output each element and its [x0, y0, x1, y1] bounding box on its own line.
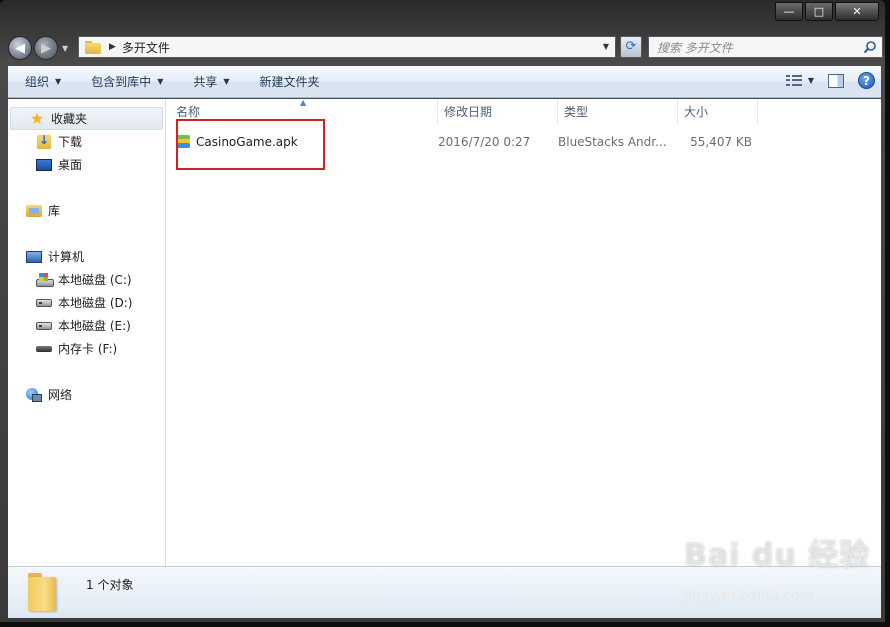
column-header-label: 类型 [564, 105, 589, 119]
folder-icon [26, 573, 66, 613]
forward-button[interactable]: ▶ [34, 36, 58, 60]
include-in-library-menu[interactable]: 包含到库中 ▼ [91, 73, 163, 90]
sidebar-item-libraries[interactable]: 库 [8, 199, 165, 222]
search-placeholder: 搜索 多开文件 [657, 40, 733, 55]
sidebar-item-favorites[interactable]: ★ 收藏夹 [10, 107, 163, 130]
chevron-down-icon: ▼ [157, 77, 164, 86]
new-folder-label: 新建文件夹 [259, 75, 320, 89]
back-button[interactable]: ◀ [8, 36, 32, 60]
watermark-logo: Bai du 经验 [684, 538, 871, 573]
file-size: 55,407 KB [690, 135, 752, 149]
main-content: ★ 收藏夹 下载 桌面 库 计算机 本地磁盘 [8, 98, 881, 566]
column-header-label: 修改日期 [444, 105, 493, 119]
file-date: 2016/7/20 0:27 [438, 135, 531, 149]
hard-drive-icon [36, 321, 52, 330]
sidebar-item-desktop[interactable]: 桌面 [8, 153, 165, 176]
forward-arrow-icon: ▶ [41, 40, 51, 56]
computer-icon [26, 250, 42, 263]
column-header-size[interactable]: 大小 [678, 99, 758, 124]
sidebar-item-label: 库 [48, 204, 61, 218]
network-icon [26, 387, 42, 402]
column-header-type[interactable]: 类型 [558, 99, 678, 124]
folder-icon [85, 40, 101, 54]
sidebar-item-computer[interactable]: 计算机 [8, 245, 165, 268]
memory-card-icon [36, 345, 52, 352]
sidebar-item-label: 计算机 [48, 250, 85, 264]
refresh-icon: ⟳ [625, 39, 637, 54]
address-dropdown-icon[interactable]: ▼ [599, 39, 613, 55]
libraries-icon [26, 204, 42, 217]
back-arrow-icon: ◀ [15, 40, 25, 56]
search-icon[interactable] [863, 40, 877, 54]
red-highlight-box [176, 119, 325, 170]
column-header-date[interactable]: 修改日期 [438, 99, 558, 124]
downloads-icon [37, 133, 51, 149]
share-menu[interactable]: 共享 ▼ [193, 73, 229, 90]
breadcrumb-current-folder[interactable]: 多开文件 [122, 39, 170, 56]
minimize-button[interactable]: — [775, 2, 803, 21]
column-header-label: 大小 [684, 105, 709, 119]
window-controls: — □ ✕ [775, 2, 879, 21]
column-header-label: 名称 [176, 105, 201, 119]
chevron-down-icon: ▼ [223, 77, 230, 86]
preview-pane-icon[interactable] [828, 73, 844, 88]
help-icon[interactable]: ? [858, 72, 875, 89]
system-drive-icon [36, 272, 54, 287]
breadcrumb-chevron-icon[interactable]: ▶ [109, 42, 116, 52]
sidebar-item-drive-c[interactable]: 本地磁盘 (C:) [8, 268, 165, 291]
hard-drive-icon [36, 298, 52, 307]
sidebar-item-card-f[interactable]: 内存卡 (F:) [8, 337, 165, 360]
sidebar-item-label: 桌面 [58, 158, 83, 172]
sidebar-item-label: 下载 [58, 135, 83, 149]
sidebar-item-downloads[interactable]: 下载 [8, 130, 165, 153]
file-type: BlueStacks Andr... [558, 135, 667, 149]
close-button[interactable]: ✕ [835, 2, 879, 21]
navigation-bar: ◀ ▶ ▼ ▶ 多开文件 ▼ ⟳ 搜索 多开文件 [8, 35, 883, 61]
organize-label: 组织 [25, 75, 50, 89]
organize-menu[interactable]: 组织 ▼ [25, 73, 61, 90]
change-view-button[interactable]: ▼ [785, 74, 814, 87]
item-count: 1 个对象 [86, 578, 134, 592]
sidebar-item-label: 本地磁盘 (D:) [58, 296, 133, 310]
sidebar-item-network[interactable]: 网络 [8, 383, 165, 406]
chevron-down-icon: ▼ [55, 77, 62, 86]
navigation-pane: ★ 收藏夹 下载 桌面 库 计算机 本地磁盘 [8, 99, 166, 566]
chevron-down-icon: ▼ [807, 76, 814, 85]
sort-ascending-icon: ▲ [300, 98, 307, 107]
share-label: 共享 [193, 75, 218, 89]
sidebar-item-drive-d[interactable]: 本地磁盘 (D:) [8, 291, 165, 314]
toolbar-right-group: ▼ ? [785, 72, 875, 89]
include-in-library-label: 包含到库中 [91, 75, 152, 89]
command-toolbar: 组织 ▼ 包含到库中 ▼ 共享 ▼ 新建文件夹 ▼ ? [8, 66, 881, 98]
explorer-window: — □ ✕ ◀ ▶ ▼ ▶ 多开文件 ▼ ⟳ 搜索 多开文件 组织 ▼ 包含到库… [0, 0, 885, 622]
desktop-icon [36, 158, 52, 171]
file-list-pane: ▲ 名称 修改日期 类型 大小 CasinoGame.apk 2016/7/20… [166, 98, 881, 566]
watermark-url: jingyan.baidu.com [684, 588, 814, 604]
sidebar-item-label: 收藏夹 [51, 112, 88, 126]
sidebar-item-drive-e[interactable]: 本地磁盘 (E:) [8, 314, 165, 337]
address-bar[interactable]: ▶ 多开文件 ▼ [78, 36, 616, 58]
refresh-button[interactable]: ⟳ [620, 36, 642, 58]
search-input[interactable]: 搜索 多开文件 [648, 36, 883, 58]
sidebar-item-label: 网络 [48, 388, 73, 402]
details-view-icon [785, 74, 802, 87]
sidebar-item-label: 本地磁盘 (E:) [58, 319, 131, 333]
maximize-button[interactable]: □ [805, 2, 833, 21]
new-folder-button[interactable]: 新建文件夹 [260, 73, 320, 90]
sidebar-item-label: 本地磁盘 (C:) [58, 273, 132, 287]
sidebar-item-label: 内存卡 (F:) [58, 342, 118, 356]
star-icon: ★ [29, 108, 45, 128]
recent-pages-dropdown[interactable]: ▼ [62, 44, 68, 53]
